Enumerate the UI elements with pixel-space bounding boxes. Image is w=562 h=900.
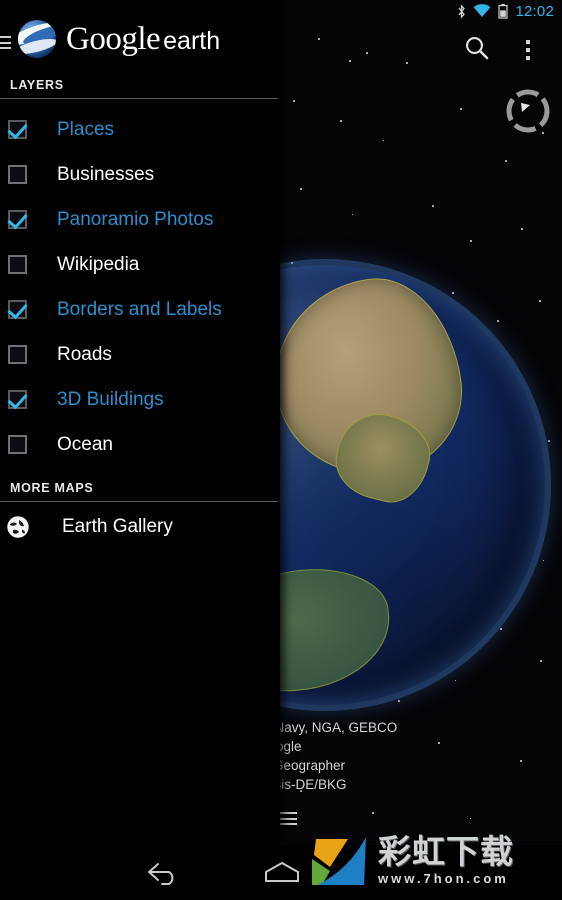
layer-row-panoramio-photos[interactable]: Panoramio Photos [0, 197, 280, 242]
checkbox-checked-icon[interactable] [8, 210, 27, 229]
layer-label: Wikipedia [57, 254, 140, 275]
watermark: 彩虹下载 www.7hon.com [308, 828, 556, 894]
checkbox-checked-icon[interactable] [8, 120, 27, 139]
battery-icon [498, 3, 509, 19]
drawer-item-earth-gallery[interactable]: Earth Gallery [0, 502, 280, 552]
layer-label: Ocean [57, 434, 113, 455]
overflow-menu-icon[interactable] [516, 36, 540, 64]
layer-row-roads[interactable]: Roads [0, 332, 280, 377]
search-icon[interactable] [464, 35, 490, 66]
layer-label: Panoramio Photos [57, 209, 214, 230]
wifi-icon [473, 4, 491, 18]
checkbox-unchecked-icon[interactable] [8, 345, 27, 364]
layer-row-borders-and-labels[interactable]: Borders and Labels [0, 287, 280, 332]
watermark-title: 彩虹下载 [378, 833, 514, 870]
layer-label: Businesses [57, 164, 155, 185]
layer-row-wikipedia[interactable]: Wikipedia [0, 242, 280, 287]
app-title-earth: earth [163, 26, 221, 55]
checkbox-unchecked-icon[interactable] [8, 255, 27, 274]
navigation-drawer: Google earth LAYERS Places Businesses Pa… [0, 0, 280, 845]
status-bar: 12:02 [0, 0, 562, 22]
attribution-line: te Geographer [258, 758, 346, 773]
legend-hamburger-icon[interactable] [280, 812, 297, 825]
bluetooth-icon [457, 3, 466, 19]
google-earth-globe-icon [18, 20, 56, 58]
back-arrow-icon[interactable] [143, 859, 183, 890]
layer-label: Places [57, 119, 115, 140]
checkbox-unchecked-icon[interactable] [8, 165, 27, 184]
layers-section-header: LAYERS [10, 78, 64, 92]
map-attribution: S. Navy, NGA, GEBCO Google te Geographer… [258, 718, 558, 794]
home-icon[interactable] [260, 859, 304, 890]
android-screen: S. Navy, NGA, GEBCO Google te Geographer… [0, 0, 562, 900]
status-clock: 12:02 [515, 2, 554, 20]
layer-row-places[interactable]: Places [0, 107, 280, 152]
layer-label: Borders and Labels [57, 299, 222, 320]
attribution-line: Google [258, 737, 558, 756]
rainbow-download-logo-icon [308, 833, 370, 889]
more-maps-section-header: MORE MAPS [10, 481, 94, 495]
attribution-line: Basis-DE/BKG [258, 777, 347, 792]
checkbox-unchecked-icon[interactable] [8, 435, 27, 454]
checkbox-checked-icon[interactable] [8, 300, 27, 319]
layer-row-3d-buildings[interactable]: 3D Buildings [0, 377, 280, 422]
app-title-google: Google [66, 20, 161, 57]
attribution-line: S. Navy, NGA, GEBCO [258, 720, 398, 735]
layers-list: Places Businesses Panoramio Photos Wikip… [0, 99, 280, 467]
action-bar-icons [422, 26, 562, 74]
drawer-item-label: Earth Gallery [62, 516, 173, 537]
watermark-text: 彩虹下载 www.7hon.com [378, 835, 514, 887]
globe-icon [6, 515, 30, 539]
layer-row-businesses[interactable]: Businesses [0, 152, 280, 197]
layer-row-ocean[interactable]: Ocean [0, 422, 280, 467]
layer-label: Roads [57, 344, 112, 365]
compass-icon[interactable] [502, 85, 554, 137]
hamburger-icon[interactable] [0, 36, 11, 49]
layer-label: 3D Buildings [57, 389, 164, 410]
checkbox-checked-icon[interactable] [8, 390, 27, 409]
app-title: Google earth [66, 20, 221, 57]
watermark-url: www.7hon.com [378, 871, 509, 886]
